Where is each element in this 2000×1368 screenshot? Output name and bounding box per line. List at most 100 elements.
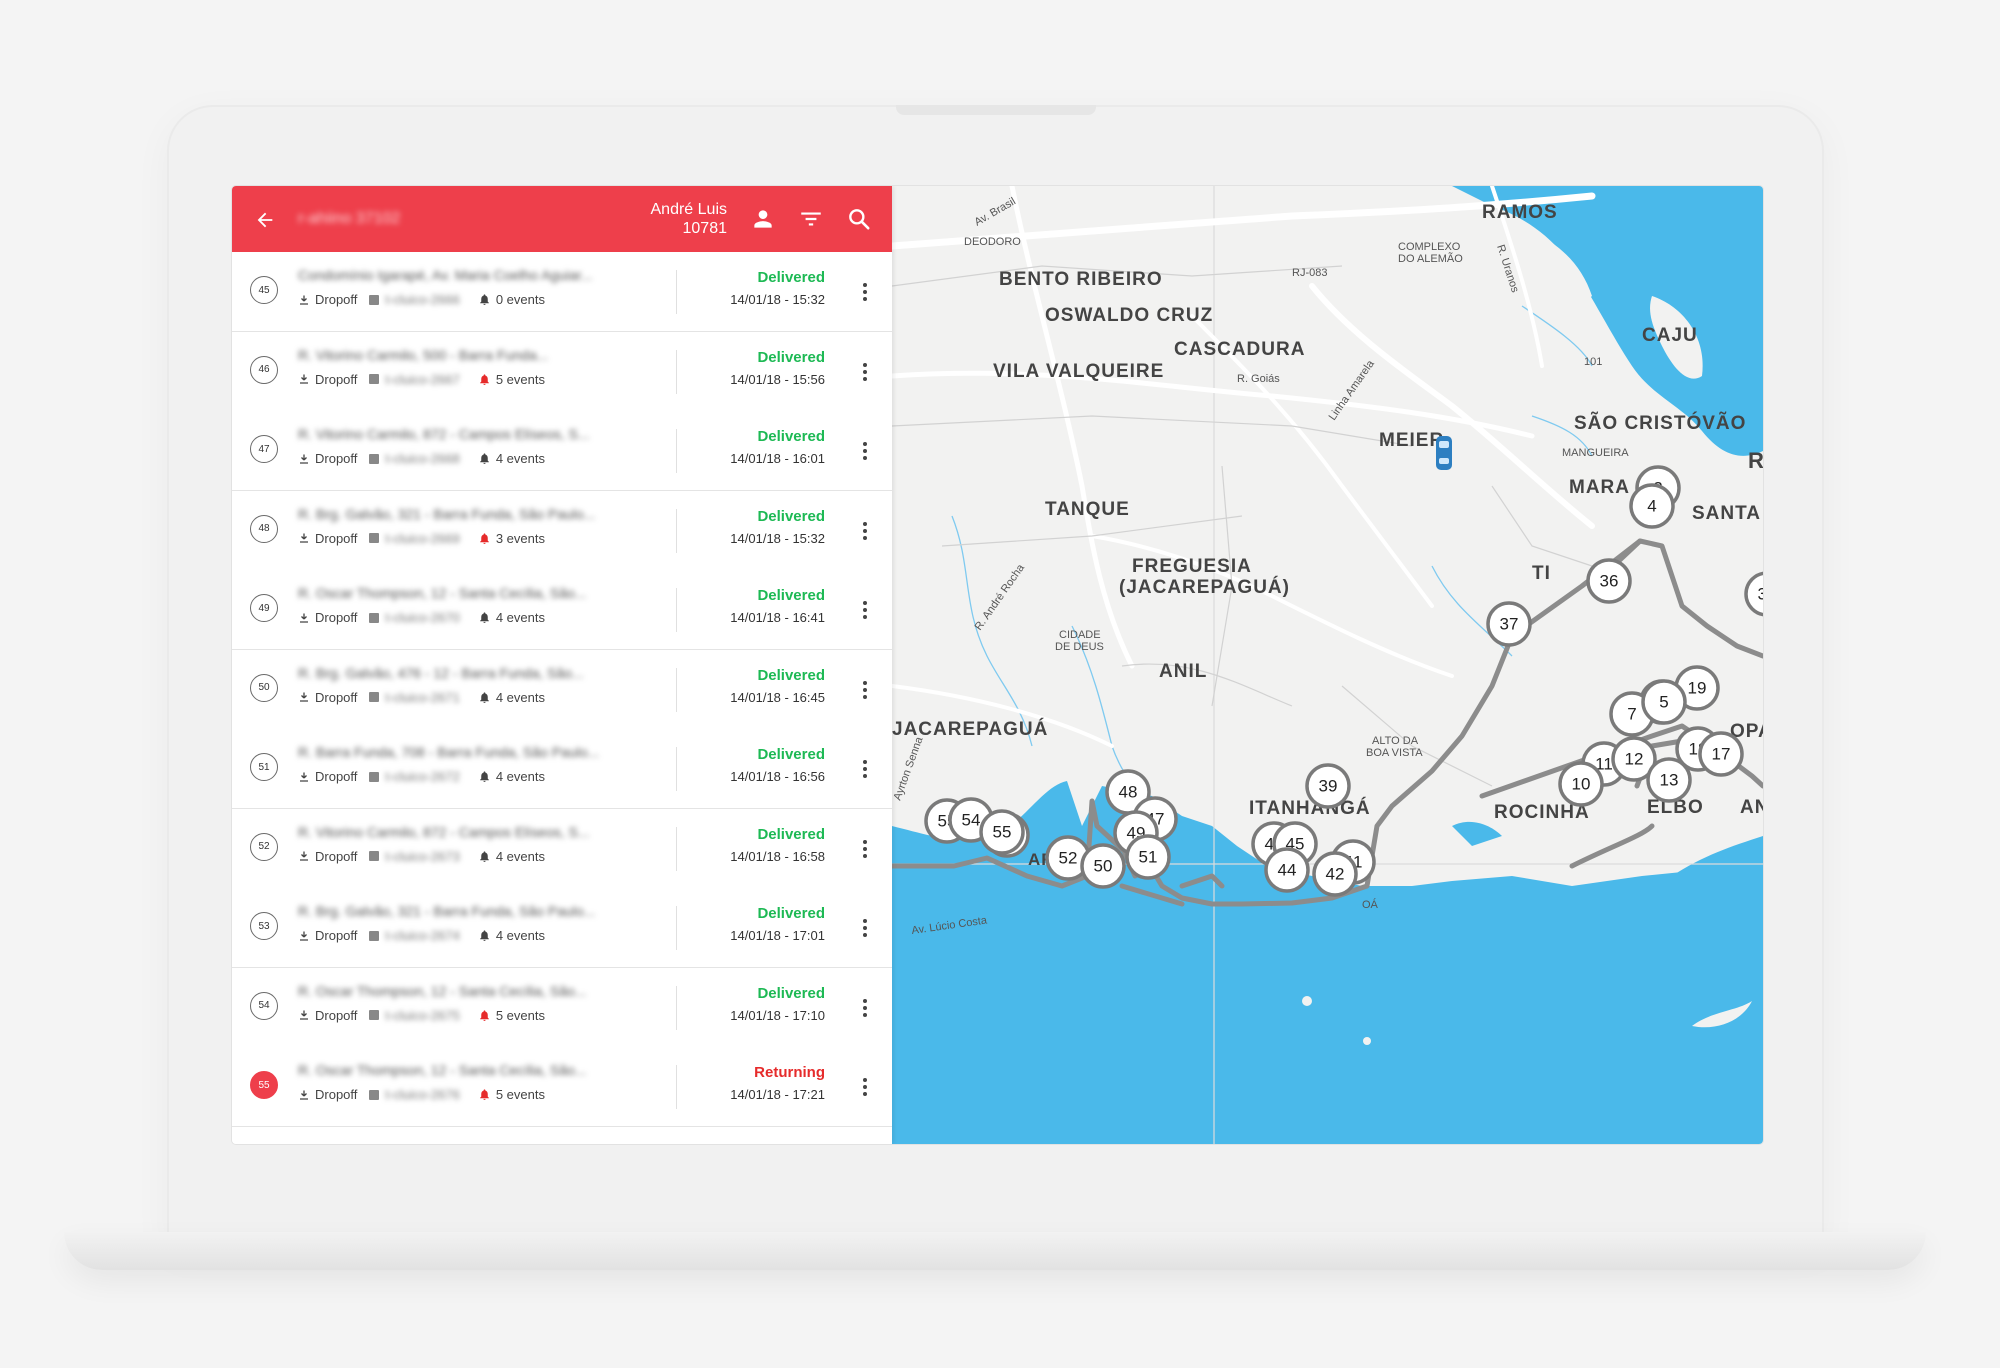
driver-id: 10781: [682, 220, 728, 237]
route-title: r-ahiino 37102: [298, 210, 401, 227]
stop-pin[interactable]: 17: [1698, 731, 1744, 777]
more-options-button[interactable]: [856, 676, 874, 704]
stop-row[interactable]: 51 R. Barra Funda, 708 - Barra Funda, Sã…: [232, 729, 892, 809]
stop-status: Delivered: [757, 507, 825, 525]
stop-pin[interactable]: 13: [1646, 757, 1692, 803]
stop-address: R. Brg. Galvão, 321 - Barra Funda, São P…: [298, 505, 596, 522]
stop-pin[interactable]: 44: [1264, 847, 1310, 893]
driver-name: André Luis: [650, 201, 728, 218]
laptop-notch: [895, 105, 1096, 115]
stop-time: 14/01/18 - 17:01: [730, 928, 825, 943]
row-divider: [676, 270, 677, 314]
stop-meta: Dropoff t-cluico-2672 4 events: [298, 769, 545, 784]
stop-time: 14/01/18 - 15:56: [730, 371, 825, 387]
stop-meta: Dropoff t-cluico-2670 4 events: [298, 610, 545, 625]
stop-pin[interactable]: 5: [1641, 679, 1687, 725]
download-icon: [300, 851, 308, 861]
more-options-button[interactable]: [856, 596, 874, 624]
stop-type: Dropoff: [315, 610, 358, 625]
stop-pin[interactable]: 51: [1125, 834, 1171, 880]
stop-pin[interactable]: 42: [1312, 851, 1358, 897]
download-icon: [300, 1010, 308, 1020]
search-button[interactable]: [844, 204, 874, 234]
search-icon: [849, 209, 870, 230]
stop-pin-label: 51: [1139, 848, 1158, 867]
stop-pin[interactable]: 4: [1629, 483, 1675, 529]
stop-status: Delivered: [757, 666, 825, 684]
stop-pin[interactable]: 39: [1305, 763, 1351, 809]
more-options-button[interactable]: [856, 914, 874, 942]
stop-address: R. Brg. Galvão, 321 - Barra Funda, São P…: [298, 903, 596, 919]
stop-row[interactable]: 54 R. Oscar Thompson, 12 - Santa Cecília…: [232, 967, 892, 1048]
package-icon: [369, 771, 380, 782]
stop-time: 14/01/18 - 17:10: [730, 1007, 825, 1023]
events-count: 0 events: [495, 292, 545, 307]
package-code: t-cluico-2667: [385, 371, 460, 387]
stop-number-badge: 47: [250, 435, 278, 463]
stop-time: 14/01/18 - 16:41: [730, 610, 825, 625]
svg-text:(JACAREPAGUÁ): (JACAREPAGUÁ): [1119, 576, 1290, 598]
download-icon: [300, 454, 308, 464]
person-icon: [754, 210, 772, 228]
stop-address: R. Oscar Thompson, 12 - Santa Cecília, S…: [298, 585, 587, 601]
bell-icon: [480, 1089, 489, 1100]
stop-row[interactable]: 49 R. Oscar Thompson, 12 - Santa Cecília…: [232, 570, 892, 650]
stop-row[interactable]: 47 R. Vitorino Carmilo, 872 - Campos Elí…: [232, 411, 892, 491]
stop-time: 14/01/18 - 17:21: [730, 1087, 825, 1102]
bell-icon: [480, 612, 489, 623]
more-options-button[interactable]: [856, 437, 874, 465]
events-count: 4 events: [495, 769, 545, 784]
stop-time: 14/01/18 - 16:58: [730, 848, 825, 864]
more-options-button[interactable]: [856, 358, 874, 386]
svg-text:CASCADURA: CASCADURA: [1174, 339, 1305, 360]
filter-button[interactable]: [796, 204, 826, 234]
vehicle-marker[interactable]: [1436, 436, 1452, 470]
package-code: t-cluico-2673: [385, 848, 460, 864]
more-options-button[interactable]: [856, 755, 874, 783]
more-options-button[interactable]: [856, 517, 874, 545]
download-icon: [300, 772, 308, 782]
package-icon: [369, 1089, 380, 1100]
package-code: t-cluico-2671: [385, 689, 460, 705]
map-canvas[interactable]: RAMOS BENTO RIBEIRO OSWALDO CRUZ CASCADU…: [888, 186, 1763, 1144]
stop-row[interactable]: 53 R. Brg. Galvão, 321 - Barra Funda, Sã…: [232, 888, 892, 968]
route-map[interactable]: RAMOS BENTO RIBEIRO OSWALDO CRUZ CASCADU…: [888, 186, 1763, 1144]
stop-row[interactable]: 55 R. Oscar Thompson, 12 - Santa Cecília…: [232, 1047, 892, 1127]
package-code: t-cluico-2666: [385, 292, 460, 307]
package-icon: [369, 692, 380, 702]
stop-number-badge: 48: [250, 514, 278, 543]
stop-pin-label: 13: [1660, 771, 1679, 790]
svg-text:OÁ: OÁ: [1362, 898, 1379, 911]
more-options-button[interactable]: [856, 278, 874, 306]
stop-type: Dropoff: [315, 1007, 358, 1023]
driver-profile-button[interactable]: [748, 204, 778, 234]
more-options-button[interactable]: [856, 1073, 874, 1101]
more-options-button[interactable]: [856, 835, 874, 863]
stop-pin-label: 42: [1326, 865, 1345, 884]
package-icon: [369, 374, 380, 384]
stop-row[interactable]: 52 R. Vitorino Carmilo, 872 - Campos Elí…: [232, 808, 892, 889]
stop-pin[interactable]: 37: [1486, 601, 1532, 647]
app-screen: r-ahiino 37102 André Luis 10781 45 Condo…: [232, 186, 1763, 1144]
stop-pin[interactable]: 36: [1586, 558, 1632, 604]
events-count: 4 events: [495, 848, 545, 864]
svg-text:AN: AN: [1740, 797, 1763, 818]
row-divider: [676, 667, 677, 712]
stop-row[interactable]: 46 R. Vitorino Carmilo, 500 - Barra Fund…: [232, 331, 892, 412]
svg-text:SANTA: SANTA: [1692, 503, 1761, 524]
more-options-button[interactable]: [856, 994, 874, 1022]
stop-type: Dropoff: [315, 292, 358, 307]
package-icon: [369, 1010, 380, 1020]
stop-row[interactable]: 50 R. Brg. Galvão, 476 - 12 - Barra Fund…: [232, 649, 892, 730]
stop-pin[interactable]: 50: [1080, 843, 1126, 889]
stop-number-badge: 46: [250, 355, 278, 384]
stop-type: Dropoff: [315, 769, 358, 784]
stop-pin[interactable]: 55: [979, 809, 1025, 855]
stop-type: Dropoff: [315, 1087, 358, 1102]
stop-row[interactable]: 45 Condomínio Igarapé, Av. Maria Coelho …: [232, 252, 892, 332]
stop-pin[interactable]: 10: [1558, 761, 1604, 807]
svg-text:RJ-083: RJ-083: [1292, 267, 1327, 279]
stop-status: Delivered: [757, 428, 825, 445]
stop-row[interactable]: 48 R. Brg. Galvão, 321 - Barra Funda, Sã…: [232, 490, 892, 571]
back-button[interactable]: [250, 205, 280, 235]
